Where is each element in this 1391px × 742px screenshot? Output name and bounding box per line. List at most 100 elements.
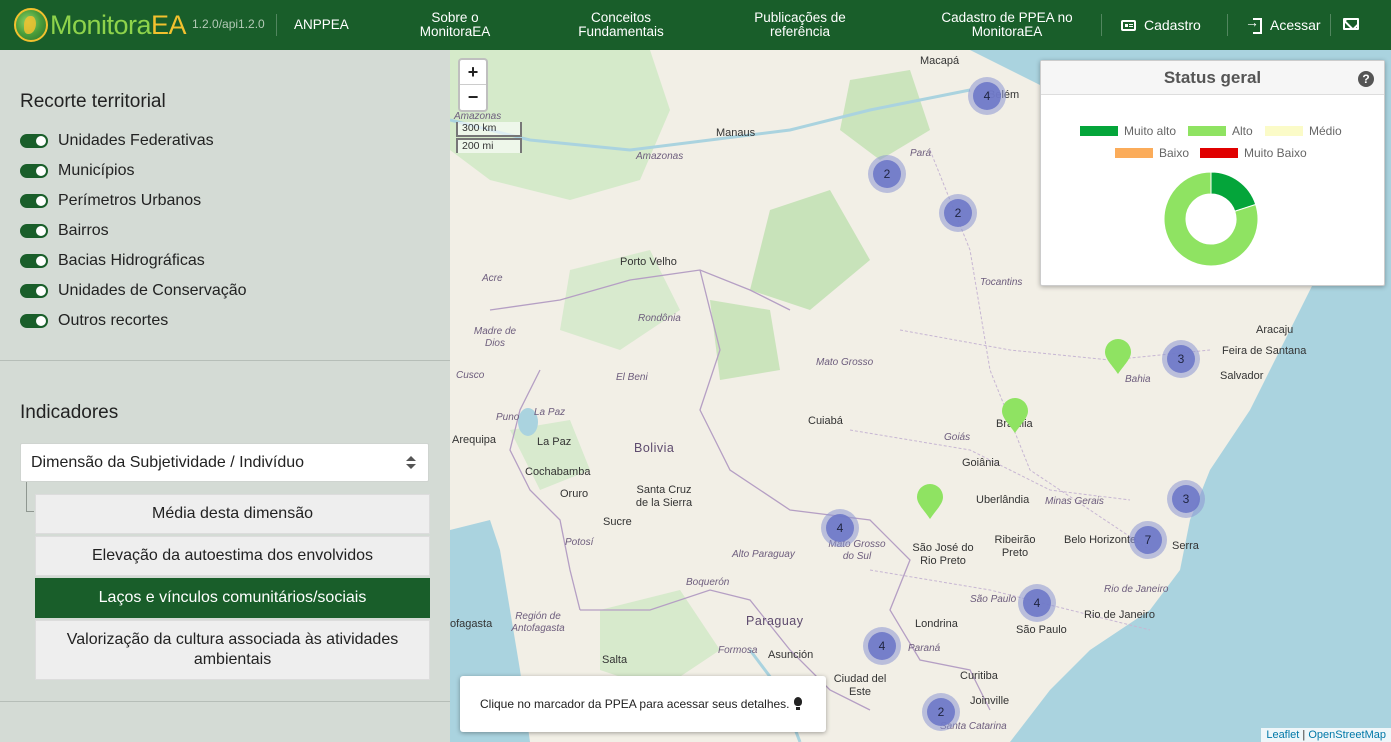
toggle-outros-recortes[interactable]: Outros recortes bbox=[20, 311, 168, 331]
zoom-out-button[interactable]: − bbox=[460, 85, 486, 110]
leaflet-link[interactable]: Leaflet bbox=[1266, 729, 1299, 741]
region-madre-de-dios: Madre de Dios bbox=[473, 326, 517, 349]
region-para: Pará bbox=[910, 148, 932, 159]
nav-separator bbox=[1330, 14, 1331, 36]
legend-item[interactable]: Muito Baixo bbox=[1200, 146, 1307, 160]
status-donut-chart bbox=[1163, 171, 1259, 267]
region-puno: Puno bbox=[496, 412, 520, 423]
help-icon[interactable]: ? bbox=[1358, 71, 1374, 87]
city-sjrp: São José do Rio Preto bbox=[912, 542, 974, 567]
legend-swatch bbox=[1080, 126, 1118, 136]
nav-separator bbox=[1101, 14, 1102, 36]
status-panel-title: Status geral bbox=[1163, 67, 1262, 87]
city-curitiba: Curitiba bbox=[960, 670, 998, 682]
legend-item[interactable]: Alto bbox=[1188, 124, 1253, 138]
city-la-paz: La Paz bbox=[537, 436, 572, 448]
nav-sobre[interactable]: Sobre o MonitoraEA bbox=[414, 11, 496, 39]
lightbulb-icon bbox=[793, 697, 802, 711]
recorte-title: Recorte territorial bbox=[20, 91, 166, 112]
zoom-control: + − bbox=[458, 58, 488, 112]
cluster-marker[interactable]: 2 bbox=[868, 155, 906, 193]
region-potosi: Potosí bbox=[565, 537, 594, 548]
toggle-municipios[interactable]: Municípios bbox=[20, 161, 134, 181]
legend-item[interactable]: Muito alto bbox=[1080, 124, 1176, 138]
cluster-marker[interactable]: 4 bbox=[821, 509, 859, 547]
cluster-marker[interactable]: 3 bbox=[1162, 340, 1200, 378]
indicator-valorizacao[interactable]: Valorização da cultura associada às ativ… bbox=[35, 620, 430, 680]
cadastro-link[interactable]: Cadastro bbox=[1121, 17, 1201, 33]
status-panel-header: Status geral ? bbox=[1041, 61, 1384, 95]
city-serra: Serra bbox=[1172, 540, 1199, 552]
map-pin-icon[interactable] bbox=[1104, 339, 1132, 375]
nav-publicacoes[interactable]: Publicações de referência bbox=[748, 11, 852, 39]
toggle-switch[interactable] bbox=[20, 314, 48, 328]
toggle-unidades-federativas[interactable]: Unidades Federativas bbox=[20, 131, 214, 151]
divider bbox=[0, 360, 450, 361]
city-manaus: Manaus bbox=[716, 127, 756, 139]
map-pin-icon[interactable] bbox=[1001, 398, 1029, 434]
toggle-switch[interactable] bbox=[20, 224, 48, 238]
legend-swatch bbox=[1188, 126, 1226, 136]
sidebar: Recorte territorial Unidades Federativas… bbox=[0, 50, 450, 742]
cluster-marker[interactable]: 4 bbox=[1018, 584, 1056, 622]
nav-conceitos[interactable]: Conceitos Fundamentais bbox=[572, 11, 670, 39]
city-cuiaba: Cuiabá bbox=[808, 415, 843, 427]
city-oruro: Oruro bbox=[560, 488, 589, 500]
dimension-select[interactable]: Dimensão da Subjetividade / Indivíduo bbox=[20, 443, 429, 482]
toggle-perimetros-urbanos[interactable]: Perímetros Urbanos bbox=[20, 191, 201, 211]
legend-swatch bbox=[1115, 148, 1153, 158]
toggle-bairros[interactable]: Bairros bbox=[20, 221, 109, 241]
donut-slice-muito-alto[interactable] bbox=[1210, 171, 1257, 212]
region-sao-paulo: São Paulo bbox=[970, 594, 1017, 605]
osm-link[interactable]: OpenStreetMap bbox=[1308, 729, 1386, 741]
indicator-lacos[interactable]: Laços e vínculos comunitários/sociais bbox=[35, 578, 430, 618]
toggle-switch[interactable] bbox=[20, 164, 48, 178]
cluster-marker[interactable]: 7 bbox=[1129, 521, 1167, 559]
city-salvador: Salvador bbox=[1220, 370, 1264, 382]
toggle-unidades-conservacao[interactable]: Unidades de Conservação bbox=[20, 281, 247, 301]
city-londrina: Londrina bbox=[915, 618, 958, 630]
city-santa-cruz: Santa Cruz de la Sierra bbox=[635, 484, 693, 509]
city-salta: Salta bbox=[602, 654, 628, 666]
city-joinville: Joinville bbox=[970, 695, 1010, 707]
indicator-media[interactable]: Média desta dimensão bbox=[35, 494, 430, 534]
indicator-autoestima[interactable]: Elevação da autoestima dos envolvidos bbox=[35, 536, 430, 576]
toggle-switch[interactable] bbox=[20, 254, 48, 268]
globe-icon bbox=[14, 8, 48, 42]
mail-icon[interactable] bbox=[1343, 18, 1359, 30]
nav-separator bbox=[276, 14, 277, 36]
nav-anppea[interactable]: ANPPEA bbox=[294, 18, 349, 32]
nav-cadastro-ppea[interactable]: Cadastro de PPEA no MonitoraEA bbox=[934, 11, 1080, 39]
toggle-switch[interactable] bbox=[20, 134, 48, 148]
zoom-in-button[interactable]: + bbox=[460, 60, 486, 85]
legend-item[interactable]: Médio bbox=[1265, 124, 1342, 138]
info-text: Clique no marcador da PPEA para acessar … bbox=[480, 697, 790, 711]
country-bolivia: Bolivia bbox=[634, 441, 675, 455]
nav-separator bbox=[1227, 14, 1228, 36]
cluster-marker[interactable]: 2 bbox=[939, 194, 977, 232]
city-goiania: Goiânia bbox=[962, 457, 1000, 469]
region-tocantins: Tocantins bbox=[980, 277, 1023, 288]
toggle-bacias[interactable]: Bacias Hidrográficas bbox=[20, 251, 205, 271]
cluster-marker[interactable]: 4 bbox=[863, 627, 901, 665]
country-paraguay: Paraguay bbox=[746, 614, 804, 628]
monitoraea-logo[interactable]: MonitoraEA bbox=[14, 7, 187, 43]
city-cochabamba: Cochabamba bbox=[525, 466, 591, 478]
legend-swatch bbox=[1265, 126, 1303, 136]
city-arequipa: Arequipa bbox=[452, 434, 497, 446]
city-porto-velho: Porto Velho bbox=[620, 256, 677, 268]
map-view[interactable]: Macapá Belém Manaus Porto Velho Cuiabá G… bbox=[450, 50, 1391, 742]
legend-item[interactable]: Baixo bbox=[1115, 146, 1189, 160]
map-pin-icon[interactable] bbox=[916, 484, 944, 520]
login-icon bbox=[1245, 14, 1262, 34]
toggle-switch[interactable] bbox=[20, 194, 48, 208]
acessar-link[interactable]: Acessar bbox=[1245, 14, 1321, 34]
cluster-marker[interactable]: 3 bbox=[1167, 480, 1205, 518]
cluster-marker[interactable]: 2 bbox=[922, 693, 960, 731]
id-card-icon bbox=[1121, 19, 1136, 31]
indicadores-title: Indicadores bbox=[20, 402, 119, 423]
cluster-marker[interactable]: 4 bbox=[968, 77, 1006, 115]
region-amazonas: Amazonas bbox=[636, 151, 684, 162]
region-alto-paraguay: Alto Paraguay bbox=[732, 549, 795, 560]
toggle-switch[interactable] bbox=[20, 284, 48, 298]
